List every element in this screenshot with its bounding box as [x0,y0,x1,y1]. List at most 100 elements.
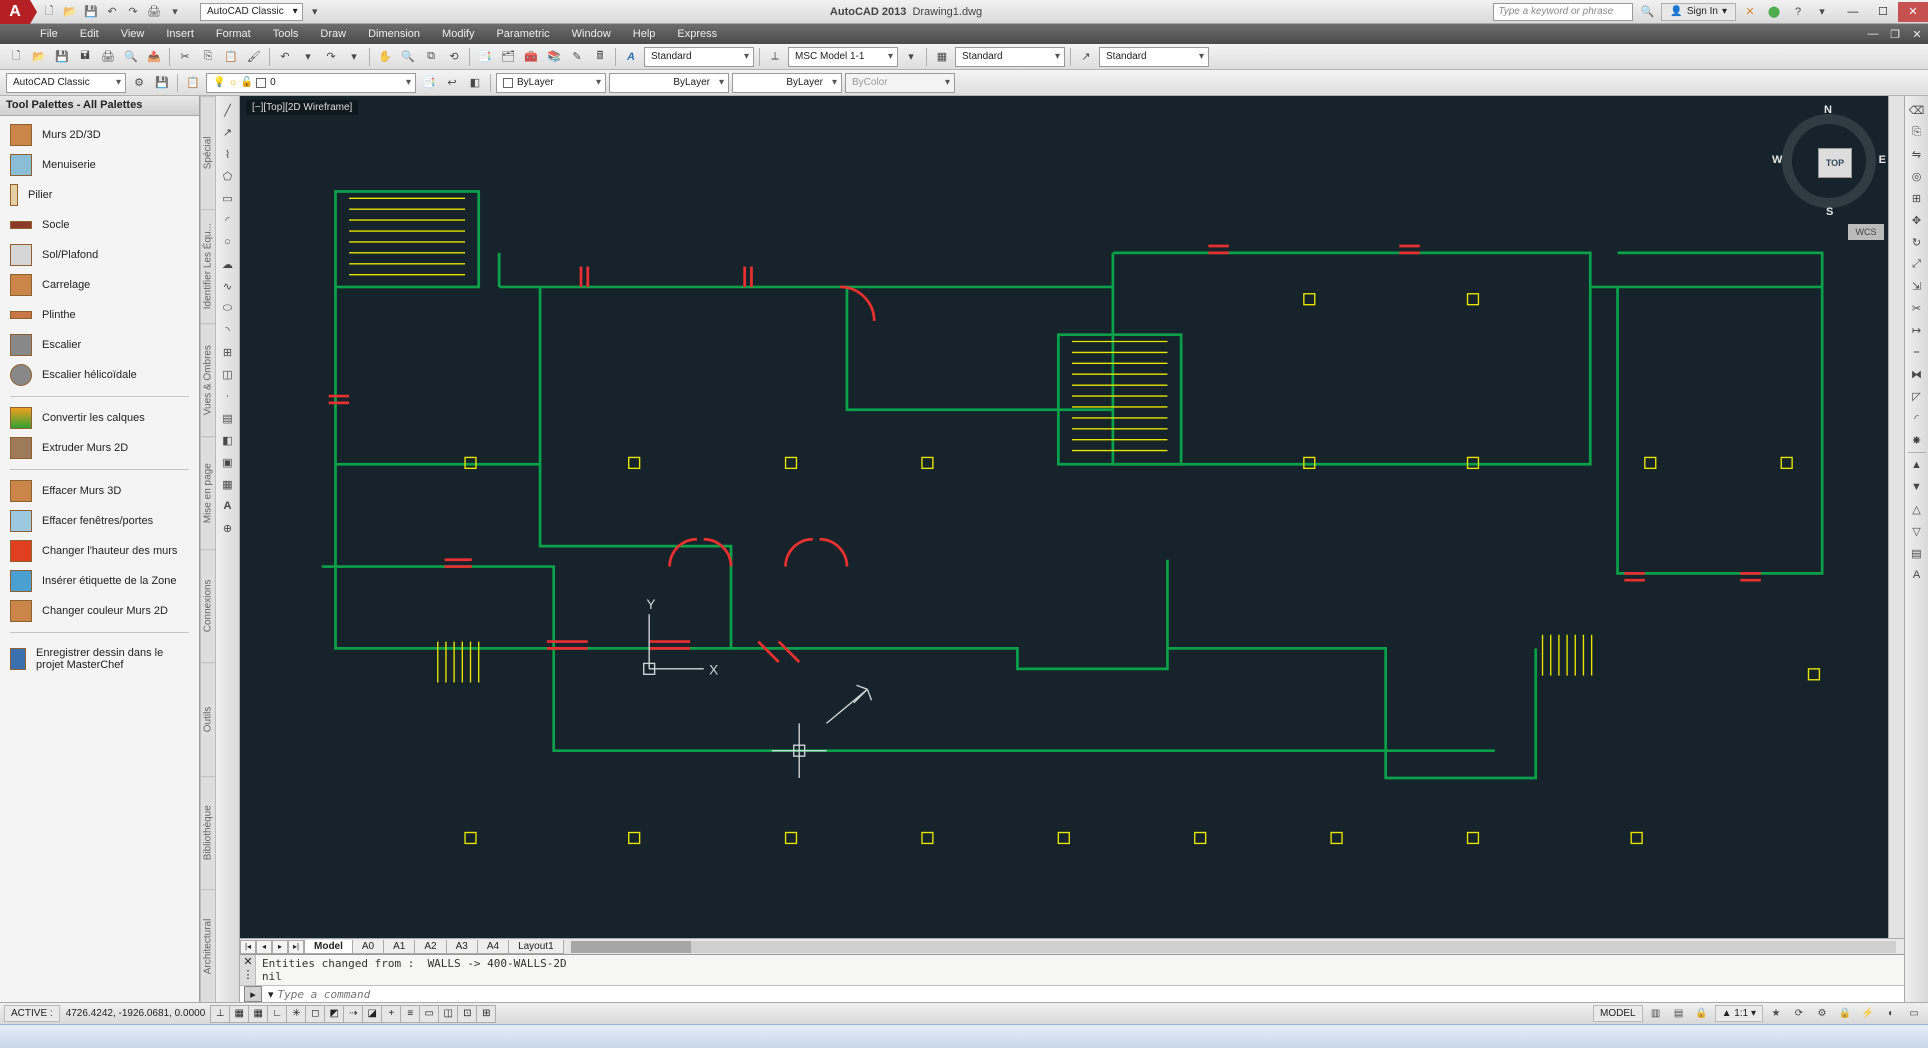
palette-item[interactable]: Effacer Murs 3D [0,476,199,506]
qat-dropdown-icon[interactable]: ▾ [166,3,184,21]
chamfer-icon[interactable]: ◸ [1907,386,1927,406]
sc-toggle[interactable]: ⊡ [457,1005,477,1023]
spline-icon[interactable]: ∿ [218,276,238,296]
3dosnap-toggle[interactable]: ◩ [324,1005,344,1023]
layer-dropdown[interactable]: 💡 ☼ 🔓 0 [206,73,416,93]
palette-item[interactable]: Extruder Murs 2D [0,433,199,463]
dim-style-dropdown[interactable]: MSC Model 1-1 [788,47,898,67]
menu-express[interactable]: Express [667,26,727,42]
palette-item[interactable]: Pilier [0,180,199,210]
redo-icon[interactable]: ↷ [124,3,142,21]
tabnav-prev[interactable]: ◂ [256,940,272,954]
palette-tab[interactable]: Identifier Les Équ... [201,209,215,322]
publish-icon[interactable]: 📤 [144,47,164,67]
signin-button[interactable]: 👤Sign In▾ [1661,3,1736,21]
palette-tab[interactable]: Spécial [201,96,215,209]
block-icon[interactable]: ◫ [218,364,238,384]
lwt-toggle[interactable]: ≡ [400,1005,420,1023]
text-style-dropdown[interactable]: Standard [644,47,754,67]
am-toggle[interactable]: ⊞ [476,1005,496,1023]
qp-toggle[interactable]: ◫ [438,1005,458,1023]
textstyle-icon[interactable]: A [621,47,641,67]
extend-icon[interactable]: ↦ [1907,320,1927,340]
zoom-window-icon[interactable]: ⧉ [421,47,441,67]
quickview-drawings-icon[interactable]: ▤ [1669,1004,1689,1024]
mtext-icon[interactable]: A [218,496,238,516]
palette-tab[interactable]: Mise en page [201,436,215,549]
tpy-toggle[interactable]: ▭ [419,1005,439,1023]
palette-item[interactable]: Insérer étiquette de la Zone [0,566,199,596]
compass-s[interactable]: S [1826,206,1833,218]
snap-toggle[interactable]: ▦ [229,1005,249,1023]
move-icon[interactable]: ✥ [1907,210,1927,230]
close-button[interactable]: ✕ [1898,2,1928,22]
infer-toggle[interactable]: ⊥ [210,1005,230,1023]
workspace-dropdown[interactable]: AutoCAD Classic [6,73,126,93]
command-history[interactable]: Entities changed from : WALLS -> 400-WAL… [256,955,1904,985]
properties-icon[interactable]: 📑 [475,47,495,67]
minimize-button[interactable]: — [1838,2,1868,22]
hatch-icon[interactable]: ▤ [218,408,238,428]
os-taskbar[interactable] [0,1024,1928,1048]
zoom-prev-icon[interactable]: ⟲ [444,47,464,67]
gradient-icon[interactable]: ◧ [218,430,238,450]
search-icon[interactable]: 🔍 [1637,2,1657,22]
polar-toggle[interactable]: ✳ [286,1005,306,1023]
compass-w[interactable]: W [1772,154,1782,166]
exchange-icon[interactable]: ✕ [1740,2,1760,22]
menu-window[interactable]: Window [562,26,621,42]
insert-icon[interactable]: ⊞ [218,342,238,362]
menu-parametric[interactable]: Parametric [486,26,559,42]
palette-item[interactable]: Menuiserie [0,150,199,180]
matchprop-icon[interactable]: 🖌 [244,47,264,67]
palette-item[interactable]: Escalier hélicoïdale [0,360,199,390]
mleaderstyle-icon[interactable]: ↗ [1076,47,1096,67]
revcloud-icon[interactable]: ☁ [218,254,238,274]
region-icon[interactable]: ▣ [218,452,238,472]
rectangle-icon[interactable]: ▭ [218,188,238,208]
saveas-icon[interactable]: 🖬 [75,47,95,67]
toolbar-lock-icon[interactable]: 🔒 [1835,1004,1855,1024]
menu-help[interactable]: Help [623,26,666,42]
tabnav-first[interactable]: |◂ [240,940,256,954]
cut-icon[interactable]: ✂ [175,47,195,67]
addsel-icon[interactable]: ⊕ [218,518,238,538]
array-icon[interactable]: ⊞ [1907,188,1927,208]
maximize-button[interactable]: ☐ [1868,2,1898,22]
palette-item[interactable]: Effacer fenêtres/portes [0,506,199,536]
keepconnected-icon[interactable]: ⬤ [1764,2,1784,22]
wcs-badge[interactable]: WCS [1848,224,1884,240]
viewcube-top-face[interactable]: TOP [1818,148,1852,178]
hardware-accel-icon[interactable]: ⚡ [1858,1004,1878,1024]
layer-manager-icon[interactable]: 📋 [183,73,203,93]
draworderbottom-icon[interactable]: ▼ [1907,477,1927,497]
ellipsearc-icon[interactable]: ◝ [218,320,238,340]
undo-icon[interactable]: ↶ [275,47,295,67]
command-input[interactable] [278,988,1900,1001]
zoom-rt-icon[interactable]: 🔍 [398,47,418,67]
polygon-icon[interactable]: ⬠ [218,166,238,186]
undo-list-icon[interactable]: ▾ [298,47,318,67]
cmd-handle-icon[interactable]: ⋮ [240,968,256,981]
erase-icon[interactable]: ⌫ [1907,100,1927,120]
palette-item[interactable]: Enregistrer dessin dans le projet Master… [0,639,199,679]
palette-item[interactable]: Convertir les calques [0,403,199,433]
tabnav-next[interactable]: ▸ [272,940,288,954]
layer-states-icon[interactable]: 📑 [419,73,439,93]
status-model[interactable]: MODEL [1593,1005,1643,1022]
ws-switch-icon[interactable]: ⚙ [1812,1004,1832,1024]
xline-icon[interactable]: ↗ [218,122,238,142]
copy-icon[interactable]: ⎘ [198,47,218,67]
preview-icon[interactable]: 🔍 [121,47,141,67]
linetype-dropdown[interactable]: ByLayer [609,73,729,93]
markup-icon[interactable]: ✎ [567,47,587,67]
help-dropdown-icon[interactable]: ▾ [1812,2,1832,22]
ellipse-icon[interactable]: ⬭ [218,298,238,318]
palette-item[interactable]: Carrelage [0,270,199,300]
draworderbelow-icon[interactable]: ▽ [1907,521,1927,541]
menu-edit[interactable]: Edit [70,26,109,42]
osnap-toggle[interactable]: ◻ [305,1005,325,1023]
ducs-toggle[interactable]: ◪ [362,1005,382,1023]
scale-icon[interactable]: ⤢ [1907,254,1927,274]
menu-insert[interactable]: Insert [156,26,204,42]
